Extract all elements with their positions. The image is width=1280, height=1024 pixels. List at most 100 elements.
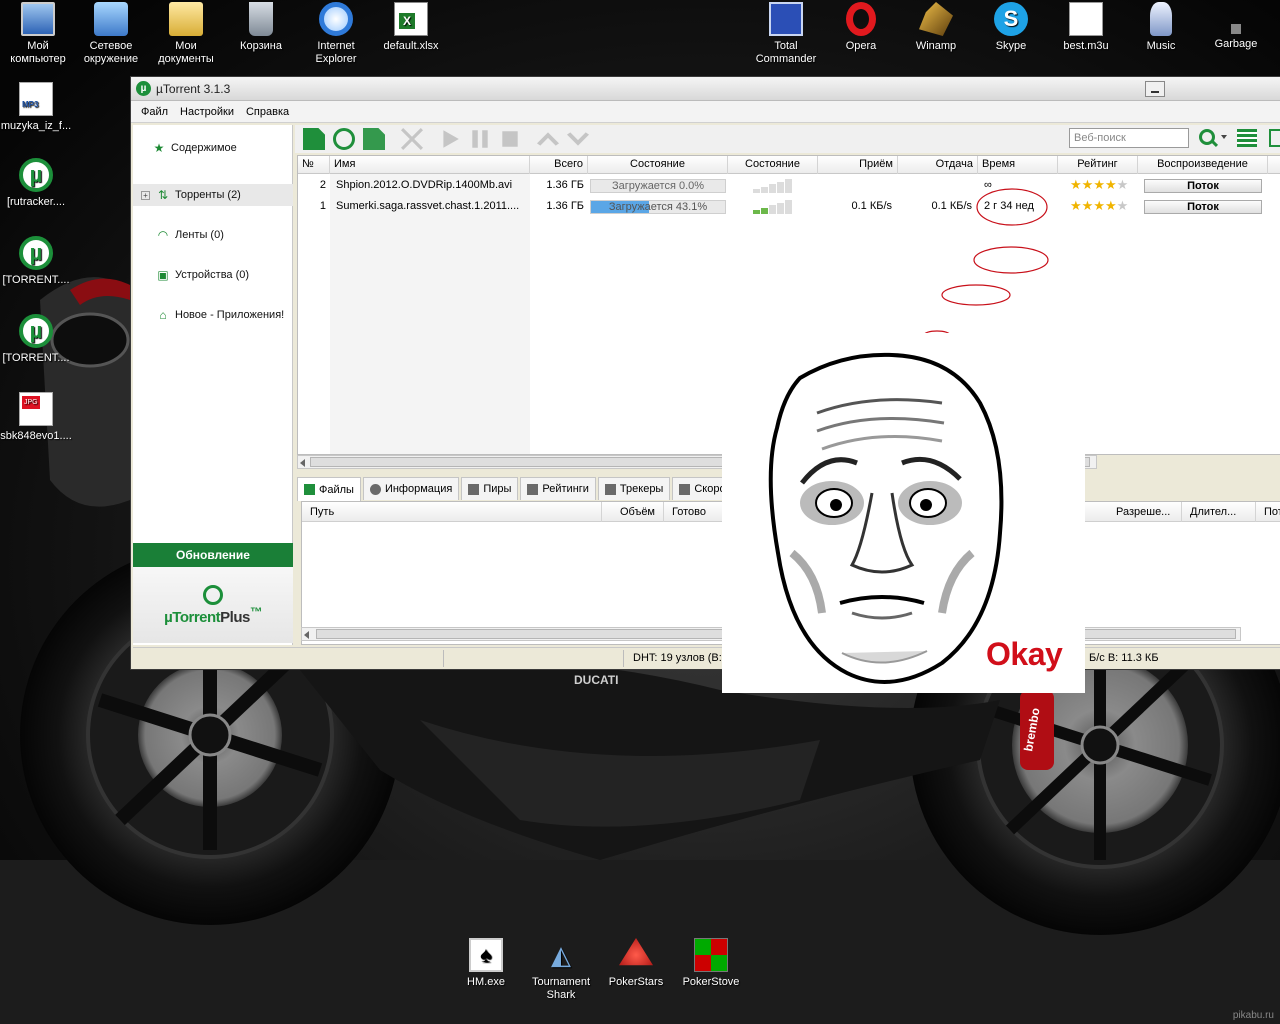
tab-peers[interactable]: Пиры <box>461 477 519 500</box>
table-row[interactable]: 2 Shpion.2012.O.DVDRip.1400Mb.avi 1.36 Г… <box>298 175 1280 196</box>
menu-help[interactable]: Справка <box>240 106 295 118</box>
desktop-icon-pokerstars[interactable]: PokerStars <box>598 938 674 989</box>
detail-view-icon[interactable] <box>1269 129 1280 147</box>
desktop-icon-skype[interactable]: S Skype <box>973 2 1049 53</box>
column-eta[interactable]: Время <box>978 156 1058 174</box>
column-done[interactable]: Готово <box>664 502 724 522</box>
star-icon[interactable]: ★ <box>1070 198 1082 213</box>
search-icon[interactable] <box>1199 129 1215 145</box>
tab-ratings[interactable]: Рейтинги <box>520 477 596 500</box>
rating-stars[interactable]: ★★★★★ <box>1070 177 1128 193</box>
window-titlebar[interactable]: µ µTorrent 3.1.3 <box>131 77 1280 101</box>
desktop-icon-torrent-2[interactable]: µ [TORRENT.... <box>0 314 74 365</box>
column-up-speed[interactable]: Отдача <box>898 156 978 174</box>
create-torrent-icon[interactable] <box>363 128 385 150</box>
health-bars <box>753 200 792 214</box>
desktop-icon-mp3[interactable]: muzyka_iz_f... <box>0 82 74 133</box>
health-bars <box>753 179 792 193</box>
desktop-icon-label: PokerStars <box>608 976 664 988</box>
sidebar-item-apps[interactable]: ⌂ Новое - Приложения! <box>133 304 293 326</box>
column-name[interactable]: Имя <box>330 156 530 174</box>
sidebar-item-devices[interactable]: ▣ Устройства (0) <box>133 264 293 286</box>
web-search-input[interactable]: Веб-поиск <box>1069 128 1189 148</box>
desktop-icon-jpg[interactable]: sbk848evo1.... <box>0 392 74 443</box>
desktop-icon-label: sbk848evo1.... <box>0 430 72 442</box>
update-button[interactable]: Обновление <box>133 543 293 567</box>
star-icon[interactable]: ★ <box>1093 177 1105 192</box>
desktop-icon-pokerstove[interactable]: PokerStove <box>673 938 749 989</box>
utorrent-logo-icon: µ <box>136 81 151 96</box>
sidebar-item-content[interactable]: ★ Содержимое <box>133 137 293 159</box>
desktop-icon-label: Garbage <box>1214 38 1258 50</box>
column-num[interactable]: № <box>298 156 330 174</box>
column-health[interactable]: Состояние <box>728 156 818 174</box>
add-torrent-icon[interactable] <box>303 128 325 150</box>
star-icon[interactable]: ★ <box>1082 177 1094 192</box>
remove-icon[interactable] <box>401 128 423 150</box>
desktop-icon-label: Tournament Shark <box>531 976 591 1001</box>
column-volume[interactable]: Объём <box>602 502 664 522</box>
add-torrent-url-icon[interactable] <box>333 128 355 150</box>
column-size[interactable]: Всего <box>530 156 588 174</box>
column-path[interactable]: Путь <box>302 502 602 522</box>
move-up-icon[interactable] <box>537 132 559 146</box>
chevron-down-icon[interactable] <box>1221 135 1227 139</box>
desktop-icon-torrent-1[interactable]: µ [TORRENT.... <box>0 236 74 287</box>
tab-trackers[interactable]: Трекеры <box>597 477 671 500</box>
star-icon[interactable]: ★ <box>1093 198 1105 213</box>
star-icon[interactable]: ★ <box>1105 198 1117 213</box>
torrent-file-icon: µ <box>19 236 53 270</box>
star-icon[interactable]: ★ <box>1082 198 1094 213</box>
desktop-icon-recycle-bin[interactable]: Корзина <box>223 2 299 53</box>
desktop-icon-my-computer[interactable]: Мой компьютер <box>0 2 76 66</box>
stream-button[interactable]: Поток <box>1144 179 1262 193</box>
desktop-icon-hm-exe[interactable]: ♠ HM.exe <box>448 938 524 989</box>
star-icon[interactable]: ★ <box>1117 198 1129 213</box>
stop-icon[interactable] <box>502 131 518 147</box>
utorrent-plus-banner[interactable]: µTorrentPlus™ <box>133 567 293 643</box>
desktop-icon-opera[interactable]: Opera <box>823 2 899 53</box>
menu-settings[interactable]: Настройки <box>174 106 240 118</box>
apps-icon: ⌂ <box>159 308 167 322</box>
desktop-icon-garbage[interactable]: Garbage <box>1198 2 1274 51</box>
desktop-icon-tournament-shark[interactable]: ◭ Tournament Shark <box>523 938 599 1002</box>
column-rating[interactable]: Рейтинг <box>1058 156 1138 174</box>
desktop-icon-winamp[interactable]: Winamp <box>898 2 974 53</box>
column-duration[interactable]: Длител... <box>1182 502 1256 522</box>
start-icon[interactable] <box>443 130 459 148</box>
minimize-button[interactable] <box>1145 81 1165 97</box>
column-playback[interactable]: Воспроизведение <box>1138 156 1268 174</box>
desktop-icon-internet-explorer[interactable]: Internet Explorer <box>298 2 374 66</box>
sidebar-item-feeds[interactable]: ◠ Ленты (0) <box>133 224 293 246</box>
tab-files[interactable]: Файлы <box>297 477 361 501</box>
list-view-icon[interactable] <box>1237 129 1257 147</box>
scroll-left-icon[interactable] <box>304 631 309 639</box>
desktop-icon-network[interactable]: Сетевое окружение <box>73 2 149 66</box>
column-down-speed[interactable]: Приём <box>818 156 898 174</box>
column-stream[interactable]: Пото <box>1256 502 1280 522</box>
desktop-icon-total-commander[interactable]: Total Commander <box>748 2 824 66</box>
window-title: µTorrent 3.1.3 <box>156 81 231 96</box>
desktop-icon-my-documents[interactable]: Мои документы <box>148 2 224 66</box>
star-icon[interactable]: ★ <box>1105 177 1117 192</box>
expand-icon[interactable]: + <box>141 190 150 200</box>
tab-info[interactable]: Информация <box>362 477 460 500</box>
scroll-left-icon[interactable] <box>300 459 305 467</box>
desktop-icon-best-m3u[interactable]: best.m3u <box>1048 2 1124 53</box>
star-icon[interactable]: ★ <box>1070 177 1082 192</box>
health-bar <box>777 182 784 193</box>
table-row[interactable]: 1 Sumerki.saga.rassvet.chast.1.2011.... … <box>298 196 1280 217</box>
torrent-up-speed: 0.1 КБ/s <box>931 200 972 212</box>
pause-icon[interactable] <box>472 130 488 148</box>
desktop-icon-default-xlsx[interactable]: default.xlsx <box>373 2 449 53</box>
desktop-icon-music[interactable]: Music <box>1123 2 1199 53</box>
column-status[interactable]: Состояние <box>588 156 728 174</box>
move-down-icon[interactable] <box>567 132 589 146</box>
star-icon[interactable]: ★ <box>1117 177 1129 192</box>
sidebar-item-torrents[interactable]: + ⇅ Торренты (2) <box>133 184 293 206</box>
desktop-icon-torrent-rutracker[interactable]: µ [rutracker.... <box>0 158 74 209</box>
rating-stars[interactable]: ★★★★★ <box>1070 198 1128 214</box>
stream-button[interactable]: Поток <box>1144 200 1262 214</box>
column-resolution[interactable]: Разреше... <box>1108 502 1182 522</box>
menu-file[interactable]: Файл <box>135 106 174 118</box>
